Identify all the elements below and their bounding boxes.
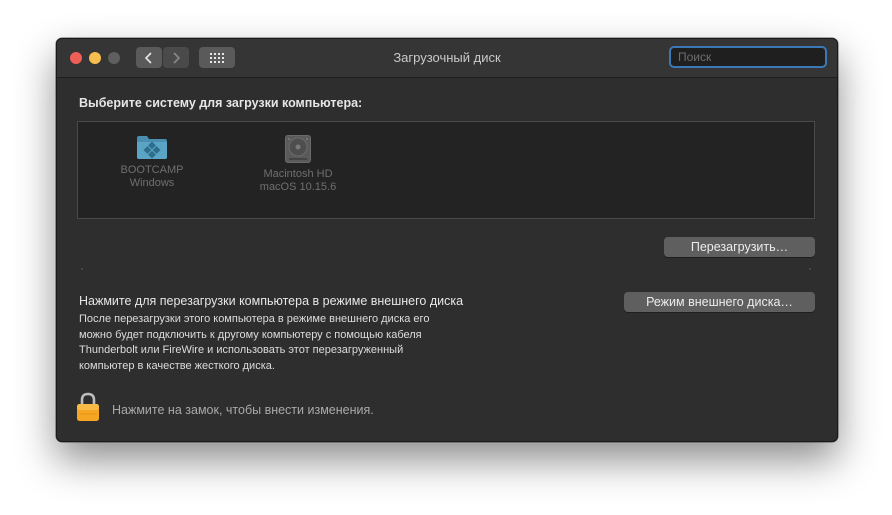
select-system-heading: Выберите систему для загрузки компьютера…: [79, 96, 363, 110]
lock-message: Нажмите на замок, чтобы внести изменения…: [112, 403, 374, 417]
lock-icon[interactable]: [76, 392, 100, 422]
disk-name: BOOTCAMP: [120, 164, 184, 176]
disk-system: Windows: [129, 177, 175, 189]
hard-drive-icon: [285, 135, 311, 163]
disk-system: macOS 10.15.6: [259, 181, 337, 193]
target-disk-mode-button[interactable]: Режим внешнего диска…: [624, 292, 815, 312]
windows-folder-icon: [137, 136, 167, 159]
target-mode-description: После перезагрузки этого компьютера в ре…: [79, 313, 430, 372]
disk-item-bootcamp[interactable]: BOOTCAMP Windows: [102, 134, 202, 190]
disk-name: Macintosh HD: [263, 168, 333, 180]
disk-item-macintosh-hd[interactable]: Macintosh HD macOS 10.15.6: [248, 134, 348, 194]
title-bar: Загрузочный диск: [57, 39, 837, 78]
search-field[interactable]: [669, 46, 833, 68]
target-mode-heading: Нажмите для перезагрузки компьютера в ре…: [79, 294, 464, 308]
divider: [81, 268, 83, 270]
preferences-window: Загрузочный диск Выберите систему для за…: [56, 38, 838, 442]
divider: [809, 268, 811, 270]
restart-button[interactable]: Перезагрузить…: [664, 237, 815, 257]
search-input[interactable]: [677, 48, 833, 66]
startup-disk-list[interactable]: BOOTCAMP Windows Macintosh HD macOS 10.1…: [77, 121, 815, 219]
